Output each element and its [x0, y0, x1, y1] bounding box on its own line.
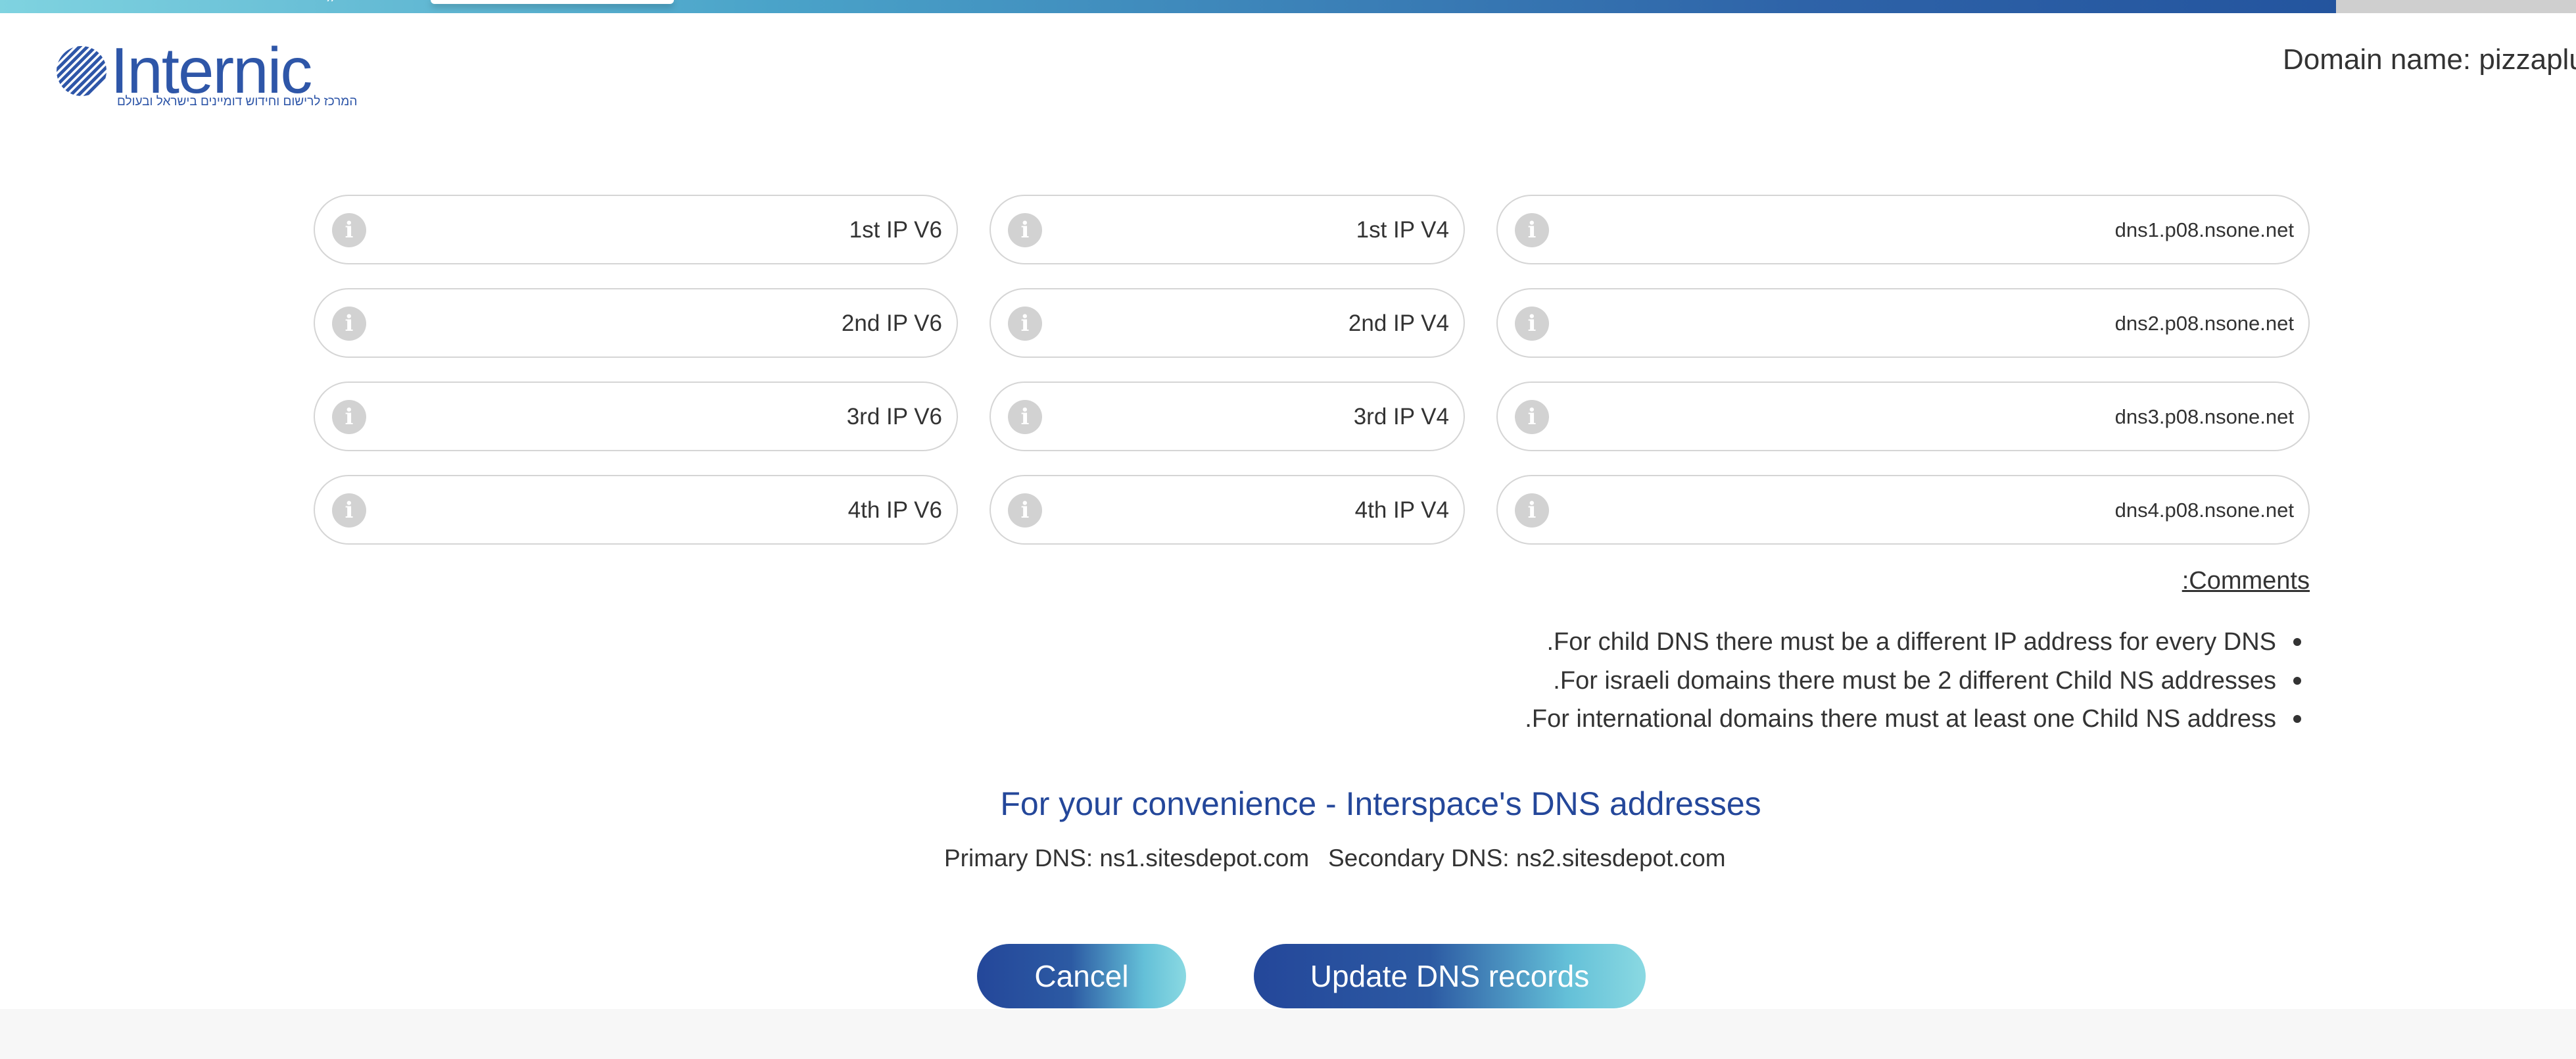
- top-gradient-bar: [0, 0, 2576, 13]
- nameserver-field-3[interactable]: i dns3.p08.nsone.net: [1496, 382, 2310, 451]
- ipv6-placeholder-4: 4th IP V6: [847, 497, 942, 523]
- ipv4-placeholder-3: 3rd IP V4: [1353, 404, 1449, 430]
- info-icon[interactable]: i: [1515, 493, 1549, 528]
- comment-item: .For child DNS there must be a different…: [1546, 628, 2301, 656]
- primary-dns-text: Primary DNS: ns1.sitesdepot.com: [944, 845, 1310, 872]
- ipv4-field-1[interactable]: i 1st IP V4: [990, 195, 1465, 264]
- nameserver-field-2[interactable]: i dns2.p08.nsone.net: [1496, 288, 2310, 358]
- bullet-icon: [2293, 637, 2301, 646]
- ipv6-placeholder-1: 1st IP V6: [849, 217, 942, 243]
- info-icon[interactable]: i: [1008, 493, 1042, 528]
- nameserver-value-3: dns3.p08.nsone.net: [2114, 405, 2294, 428]
- comment-text: .For international domains there must at…: [1525, 705, 2276, 733]
- comment-item: .For international domains there must at…: [1525, 705, 2301, 733]
- ipv6-placeholder-2: 2nd IP V6: [841, 310, 942, 336]
- comment-item: .For israeli domains there must be 2 dif…: [1553, 667, 2301, 695]
- ipv4-placeholder-4: 4th IP V4: [1354, 497, 1449, 523]
- ipv6-field-1[interactable]: i 1st IP V6: [314, 195, 958, 264]
- ipv4-placeholder-2: 2nd IP V4: [1348, 310, 1449, 336]
- bullet-icon: [2293, 714, 2301, 723]
- ipv6-field-3[interactable]: i 3rd IP V6: [314, 382, 958, 451]
- comments-heading: :Comments: [2182, 567, 2310, 595]
- info-icon[interactable]: i: [332, 213, 366, 247]
- nameserver-value-2: dns2.p08.nsone.net: [2114, 312, 2294, 335]
- nameserver-value-1: dns1.p08.nsone.net: [2114, 218, 2294, 241]
- info-icon[interactable]: i: [1515, 213, 1549, 247]
- ipv4-placeholder-1: 1st IP V4: [1356, 217, 1449, 243]
- ipv4-field-4[interactable]: i 4th IP V4: [990, 475, 1465, 545]
- comment-text: .For israeli domains there must be 2 dif…: [1553, 667, 2276, 695]
- bullet-icon: [2293, 676, 2301, 685]
- info-icon[interactable]: i: [332, 400, 366, 434]
- info-icon[interactable]: i: [332, 307, 366, 341]
- footer-strip: [0, 1009, 2576, 1059]
- ipv6-field-2[interactable]: i 2nd IP V6: [314, 288, 958, 358]
- ipv6-field-4[interactable]: i 4th IP V6: [314, 475, 958, 545]
- top-tab-edge[interactable]: [431, 0, 674, 4]
- ipv6-placeholder-3: 3rd IP V6: [846, 404, 942, 430]
- internic-logo[interactable]: Internic המרכז לרישום וחידוש דומיינים בי…: [54, 34, 357, 117]
- ipv4-field-3[interactable]: i 3rd IP V4: [990, 382, 1465, 451]
- info-icon[interactable]: i: [1515, 400, 1549, 434]
- domain-name-label: Domain name: pizzaplu: [2283, 43, 2576, 76]
- update-dns-records-button[interactable]: Update DNS records: [1254, 944, 1646, 1008]
- info-icon[interactable]: i: [1008, 400, 1042, 434]
- top-partial-glyph: ʼʼ: [326, 0, 334, 10]
- logo-tagline: המרכז לרישום וחידוש דומיינים בישראל ובעו…: [117, 95, 358, 109]
- info-icon[interactable]: i: [1008, 213, 1042, 247]
- secondary-dns-text: Secondary DNS: ns2.sitesdepot.com: [1328, 845, 1726, 872]
- nameserver-field-4[interactable]: i dns4.p08.nsone.net: [1496, 475, 2310, 545]
- info-icon[interactable]: i: [1008, 307, 1042, 341]
- info-icon[interactable]: i: [332, 493, 366, 528]
- nameserver-field-1[interactable]: i dns1.p08.nsone.net: [1496, 195, 2310, 264]
- logo-mark-icon: [57, 46, 107, 96]
- cancel-button[interactable]: Cancel: [977, 944, 1186, 1008]
- top-bar-scroll-area: [2336, 0, 2576, 13]
- convenience-heading: For your convenience - Interspace's DNS …: [1000, 785, 1761, 822]
- nameserver-value-4: dns4.p08.nsone.net: [2114, 499, 2294, 522]
- ipv4-field-2[interactable]: i 2nd IP V4: [990, 288, 1465, 358]
- comment-text: .For child DNS there must be a different…: [1546, 628, 2276, 656]
- info-icon[interactable]: i: [1515, 307, 1549, 341]
